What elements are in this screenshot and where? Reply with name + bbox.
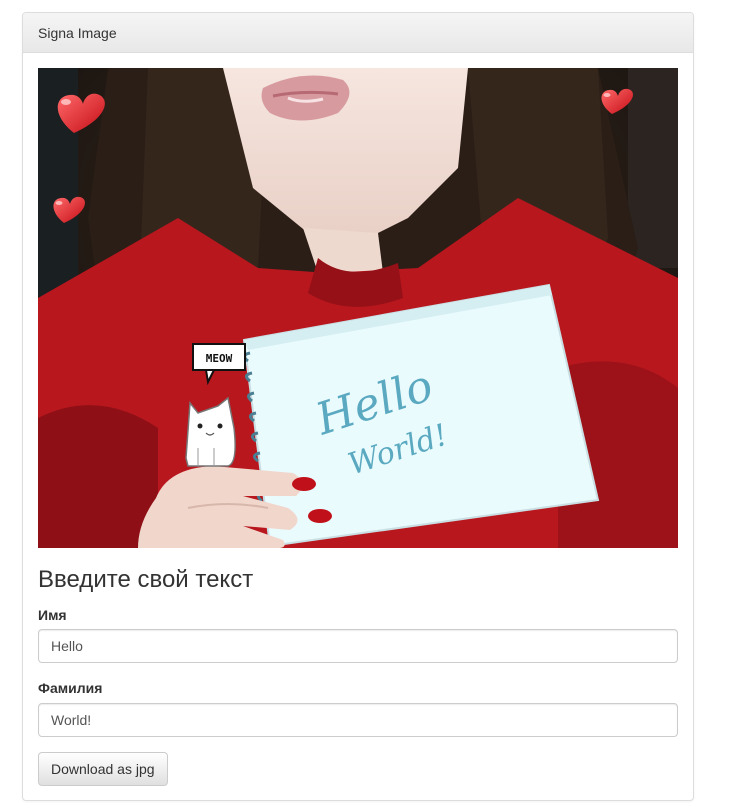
last-name-input[interactable] <box>38 703 678 737</box>
photo-illustration: Hello World! MEOW <box>38 68 678 548</box>
form-heading: Введите свой текст <box>38 566 254 593</box>
panel-title: Signa Image <box>38 24 117 41</box>
panel-heading: Signa Image <box>23 13 693 53</box>
first-name-input[interactable] <box>38 629 678 663</box>
meow-sticker-text: MEOW <box>206 352 233 365</box>
panel-body: Hello World! MEOW Введите свой текст Имя… <box>23 53 693 800</box>
first-name-label: Имя <box>38 607 67 623</box>
preview-image: Hello World! MEOW <box>38 68 678 548</box>
download-jpg-button[interactable]: Download as jpg <box>38 752 168 786</box>
last-name-label: Фамилия <box>38 680 103 696</box>
cat-sticker-icon <box>185 396 236 467</box>
signa-panel: Signa Image Hello World! MEOW Введите св… <box>22 12 694 801</box>
